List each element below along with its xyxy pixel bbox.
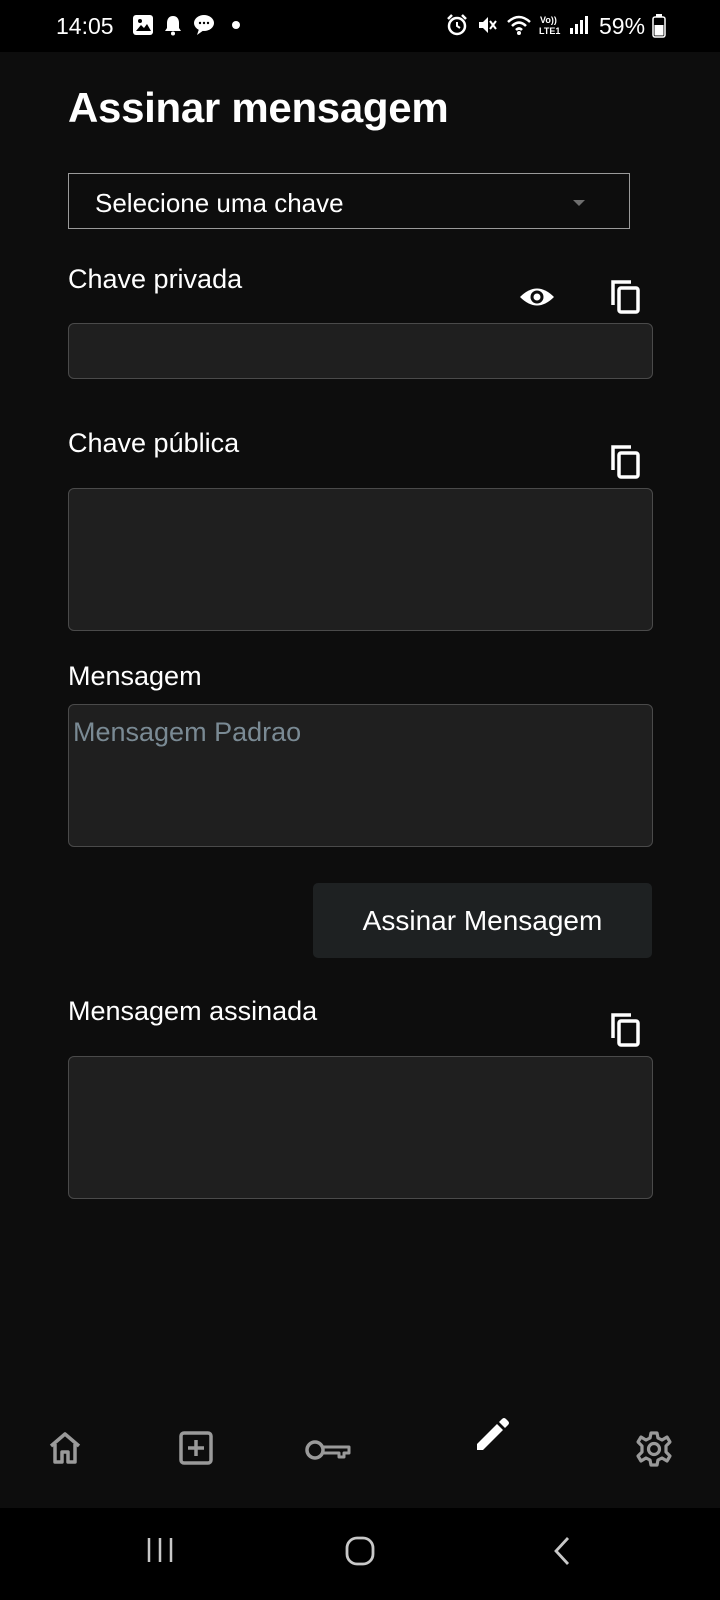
signal-icon [570, 16, 588, 34]
copy-signed-message-icon[interactable] [610, 1012, 642, 1048]
back-icon[interactable] [551, 1535, 573, 1567]
settings-icon[interactable] [635, 1430, 673, 1468]
status-time: 14:05 [56, 13, 114, 39]
recents-icon[interactable] [145, 1535, 175, 1565]
notification-bell-icon [165, 16, 181, 36]
gallery-icon [133, 15, 153, 35]
private-key-field[interactable] [68, 323, 653, 379]
battery-percentage: 59% [599, 13, 646, 39]
chat-icon [194, 15, 214, 35]
public-key-field[interactable] [68, 488, 653, 631]
home-button-icon[interactable] [344, 1535, 376, 1567]
mute-icon [479, 17, 497, 33]
home-icon[interactable] [47, 1431, 83, 1465]
chevron-down-icon [573, 200, 585, 206]
key-icon[interactable] [304, 1438, 352, 1462]
battery-icon [652, 14, 666, 38]
svg-text:Vo)): Vo)) [540, 15, 557, 25]
sign-message-button[interactable]: Assinar Mensagem [313, 883, 652, 958]
bottom-navigation [0, 1390, 720, 1508]
add-box-icon[interactable] [178, 1430, 214, 1466]
status-bar: 14:05 Vo)) LTE1 59% [0, 0, 720, 52]
wifi-icon [507, 15, 531, 35]
private-key-label: Chave privada [68, 264, 243, 294]
copy-private-key-icon[interactable] [610, 279, 642, 315]
svg-text:LTE1: LTE1 [539, 26, 560, 36]
alarm-icon [447, 14, 467, 36]
eye-icon[interactable] [519, 284, 555, 310]
pencil-icon[interactable] [472, 1417, 510, 1455]
public-key-label: Chave pública [68, 428, 240, 458]
copy-public-key-icon[interactable] [610, 444, 642, 480]
system-navigation-bar [0, 1508, 720, 1600]
message-field[interactable]: Mensagem Padrao [68, 704, 653, 847]
dot-icon [232, 21, 240, 29]
message-placeholder: Mensagem Padrao [73, 717, 302, 747]
key-select-dropdown[interactable]: Selecione uma chave [68, 173, 630, 229]
signed-message-label: Mensagem assinada [68, 996, 318, 1026]
volte-icon: Vo)) LTE1 [539, 15, 560, 36]
key-select-label: Selecione uma chave [95, 188, 344, 218]
page-title: Assinar mensagem [68, 84, 449, 131]
message-label: Mensagem [68, 661, 202, 691]
signed-message-field[interactable] [68, 1056, 653, 1199]
